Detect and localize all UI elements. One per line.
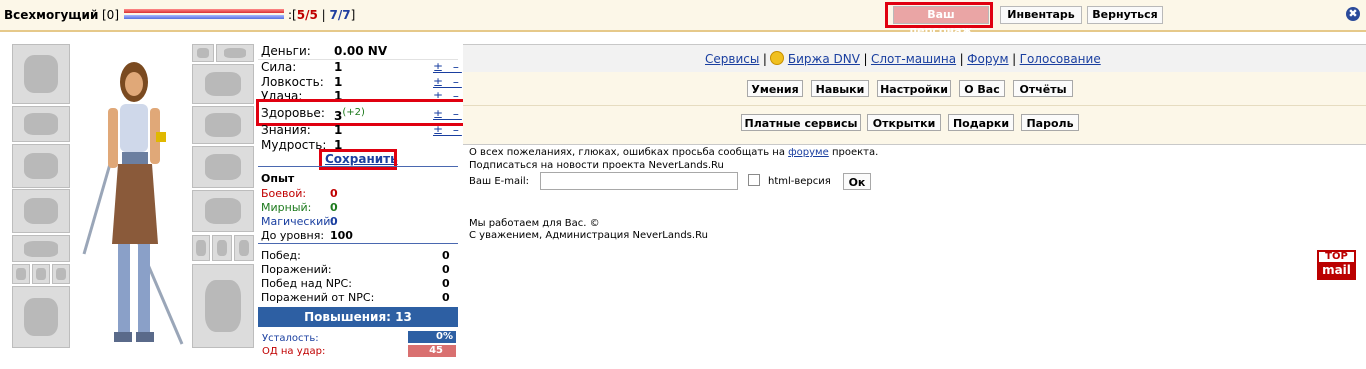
nav-vote[interactable]: Голосование	[1020, 52, 1101, 66]
mana-bar	[124, 15, 284, 19]
knowledge-value: 1	[334, 123, 343, 137]
ok-button[interactable]: Ок	[843, 173, 871, 190]
promotions-bar[interactable]: Повышения: 13	[258, 307, 458, 327]
experience-title: Опыт	[261, 172, 295, 185]
pocket-slot-2[interactable]	[32, 264, 50, 284]
nav-forum[interactable]: Форум	[967, 52, 1008, 66]
email-label: Ваш E-mail:	[469, 176, 530, 187]
npc-losses-value: 0	[442, 291, 450, 304]
knife-slot[interactable]	[216, 44, 254, 62]
to-level-value: 100	[330, 229, 353, 242]
losses-label: Поражений:	[261, 263, 332, 276]
divider	[463, 105, 1366, 106]
character-name: Всехмогущий	[4, 8, 99, 22]
paid-services-button[interactable]: Платные сервисы	[741, 114, 861, 131]
peaceful-exp-label: Мирный:	[261, 201, 312, 214]
armor-slot[interactable]	[192, 264, 254, 348]
od-value: 45	[408, 345, 456, 357]
settings-button[interactable]: Настройки	[877, 80, 951, 97]
hp-mp-readout: :[5/5 | 7/7]	[288, 8, 356, 22]
work-text: Мы работаем для Вас. ©	[469, 218, 600, 229]
html-version-checkbox[interactable]	[748, 174, 760, 186]
services-nav: Сервисы | Биржа DNV | Слот-машина | Фору…	[705, 51, 1101, 66]
html-version-label: html-версия	[768, 176, 831, 187]
top-mail-logo[interactable]: TOP mail	[1317, 250, 1356, 280]
password-button[interactable]: Пароль	[1021, 114, 1079, 131]
character-image	[82, 62, 184, 345]
magic-exp-value: 0	[330, 215, 338, 228]
regards-text: С уважением, Администрация NeverLands.Ru	[469, 230, 708, 241]
money-value: 0.00 NV	[334, 44, 388, 58]
highlight-box	[885, 2, 993, 28]
agility-adjust[interactable]: ± –	[433, 75, 462, 89]
ring-slot-3[interactable]	[234, 235, 254, 261]
weapon-right2-slot[interactable]	[192, 190, 254, 232]
strength-adjust[interactable]: ± –	[433, 60, 462, 74]
nav-exchange[interactable]: Биржа DNV	[788, 52, 860, 66]
weapon-left-slot[interactable]	[12, 144, 70, 188]
small-item-slot[interactable]	[192, 44, 214, 62]
forum-link[interactable]: форуме	[788, 147, 829, 158]
magic-exp-label: Магический:	[261, 215, 335, 228]
fatigue-value: 0%	[408, 331, 456, 343]
losses-value: 0	[442, 263, 450, 276]
combat-exp-value: 0	[330, 187, 338, 200]
inventory-button[interactable]: Инвентарь	[1000, 6, 1082, 24]
abilities-button[interactable]: Навыки	[811, 80, 869, 97]
character-level: [0]	[102, 8, 119, 22]
divider	[258, 243, 458, 244]
npc-wins-value: 0	[442, 277, 450, 290]
od-label: ОД на удар:	[262, 346, 326, 357]
reports-button[interactable]: Отчёты	[1013, 80, 1073, 97]
highlight-box	[256, 99, 467, 126]
ring-slot-2[interactable]	[212, 235, 232, 261]
knowledge-label: Знания:	[261, 123, 311, 137]
wins-label: Побед:	[261, 249, 301, 262]
wisdom-label: Мудрость:	[261, 138, 327, 152]
gifts-button[interactable]: Подарки	[948, 114, 1014, 131]
weapon-right-slot[interactable]	[192, 146, 254, 188]
fatigue-label: Усталость:	[262, 333, 319, 344]
close-icon[interactable]: ✖	[1346, 7, 1360, 21]
pocket-slot-3[interactable]	[52, 264, 70, 284]
coin-icon	[770, 51, 785, 65]
subscribe-text: Подписаться на новости проекта NeverLand…	[469, 160, 724, 171]
helmet-slot[interactable]	[12, 44, 70, 104]
email-input[interactable]	[540, 172, 738, 190]
peaceful-exp-value: 0	[330, 201, 338, 214]
health-bar	[124, 9, 284, 13]
belt-slot[interactable]	[12, 235, 70, 262]
gloves-slot[interactable]	[192, 106, 254, 144]
skills-button[interactable]: Умения	[747, 80, 803, 97]
postcards-button[interactable]: Открытки	[867, 114, 941, 131]
npc-wins-label: Побед над NPC:	[261, 277, 352, 290]
nav-services[interactable]: Сервисы	[705, 52, 759, 66]
to-level-label: До уровня:	[261, 229, 325, 242]
agility-label: Ловкость:	[261, 75, 324, 89]
knowledge-adjust[interactable]: ± –	[433, 123, 462, 137]
bracers-slot[interactable]	[192, 64, 254, 104]
wins-value: 0	[442, 249, 450, 262]
weapon-left2-slot[interactable]	[12, 189, 70, 233]
agility-value: 1	[334, 75, 343, 89]
divider	[258, 166, 458, 167]
npc-losses-label: Поражений от NPC:	[261, 291, 375, 304]
about-you-button[interactable]: О Вас	[959, 80, 1005, 97]
strength-value: 1	[334, 60, 343, 74]
back-button[interactable]: Вернуться	[1087, 6, 1163, 24]
money-label: Деньги:	[261, 44, 311, 58]
amulet-slot[interactable]	[12, 106, 70, 142]
feedback-text: О всех пожеланиях, глюках, ошибках прось…	[469, 147, 879, 158]
pocket-slot-1[interactable]	[12, 264, 30, 284]
ring-slot-1[interactable]	[192, 235, 210, 261]
strength-label: Сила:	[261, 60, 297, 74]
combat-exp-label: Боевой:	[261, 187, 307, 200]
boots-slot[interactable]	[12, 286, 70, 348]
nav-slot[interactable]: Слот-машина	[871, 52, 956, 66]
